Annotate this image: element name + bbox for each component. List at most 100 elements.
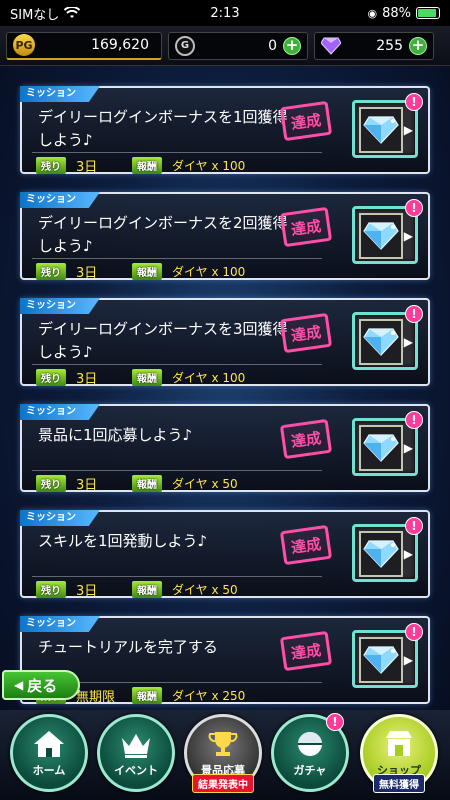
mission-description: スキルを1回発動しよう♪ — [38, 532, 208, 550]
divider — [32, 364, 322, 365]
remaining-value: 無期限 — [76, 690, 116, 705]
claim-reward-button[interactable]: ▶ ! — [352, 305, 423, 370]
reward-notification-badge: ! — [405, 199, 423, 217]
diamond-icon — [363, 116, 399, 144]
remaining-value: 3日 — [76, 266, 98, 281]
claim-reward-button[interactable]: ▶ ! — [352, 411, 423, 476]
remaining-label: 残り — [36, 263, 66, 280]
nav-gacha-label: ガチャ — [293, 764, 327, 777]
pg-value: 169,620 — [91, 37, 149, 53]
remaining-value: 3日 — [76, 584, 98, 599]
reward-notification-badge: ! — [405, 411, 423, 429]
divider — [32, 576, 322, 577]
bottom-nav: ホーム イベント 景品応募 結果発表中 ガチャ ! ショップ 無料獲得 — [0, 710, 450, 800]
mission-card: ミッション チュートリアルを完了する 達成 残り 無期限 報酬 ダイヤ x 25… — [20, 616, 430, 705]
mission-description: デイリーログインボーナスを2回獲得しよう♪ — [38, 214, 288, 255]
mission-description: デイリーログインボーナスを3回獲得しよう♪ — [38, 320, 288, 361]
nav-shop[interactable]: ショップ 無料獲得 — [360, 714, 438, 793]
chevron-right-icon: ▶ — [403, 441, 413, 455]
remaining-label: 残り — [36, 475, 66, 492]
mission-card: ミッション デイリーログインボーナスを1回獲得しよう♪ 達成 残り 3日 報酬 … — [20, 86, 430, 175]
reward-label: 報酬 — [132, 157, 162, 174]
reward-label: 報酬 — [132, 369, 162, 386]
mission-footer: 残り 3日 報酬 ダイヤ x 100 — [36, 262, 245, 281]
remaining-label: 残り — [36, 581, 66, 598]
remaining-value: 3日 — [76, 160, 98, 175]
remaining-label: 残り — [36, 369, 66, 386]
divider — [32, 470, 322, 471]
free-get-badge: 無料獲得 — [373, 774, 425, 793]
achieved-stamp: 達成 — [279, 100, 333, 142]
divider — [32, 258, 322, 259]
nav-gacha[interactable]: ガチャ ! — [271, 713, 349, 792]
reward-item-frame — [359, 637, 403, 683]
reward-notification-badge: ! — [405, 623, 423, 641]
mission-tag: ミッション — [20, 298, 100, 314]
achieved-stamp: 達成 — [279, 312, 333, 354]
chevron-right-icon: ▶ — [403, 229, 413, 243]
achieved-stamp: 達成 — [279, 206, 333, 248]
reward-item-frame — [359, 107, 403, 153]
reward-item-frame — [359, 531, 403, 577]
chevron-right-icon: ▶ — [403, 335, 413, 349]
clock: 2:13 — [210, 5, 240, 21]
mission-footer: 残り 3日 報酬 ダイヤ x 100 — [36, 368, 245, 387]
home-icon — [34, 731, 64, 757]
mission-card: ミッション スキルを1回発動しよう♪ 達成 残り 3日 報酬 ダイヤ x 50 … — [20, 510, 430, 599]
mission-tag: ミッション — [20, 510, 100, 526]
reward-label: 報酬 — [132, 263, 162, 280]
mission-tag: ミッション — [20, 616, 100, 632]
nav-home-label: ホーム — [32, 764, 66, 777]
crown-icon — [122, 734, 150, 758]
diamond-icon — [363, 646, 399, 674]
reward-item-frame — [359, 213, 403, 259]
diamond-value: 255 — [376, 37, 403, 54]
diamond-icon — [363, 434, 399, 462]
nav-prize[interactable]: 景品応募 結果発表中 — [184, 714, 262, 793]
mission-tag: ミッション — [20, 192, 100, 208]
mission-footer: 残り 3日 報酬 ダイヤ x 50 — [36, 580, 238, 599]
reward-value: ダイヤ x 50 — [172, 477, 238, 491]
achieved-stamp: 達成 — [279, 524, 333, 566]
wifi-icon — [64, 7, 81, 18]
back-arrow-icon: ◀ — [14, 678, 24, 692]
reward-value: ダイヤ x 100 — [172, 265, 246, 279]
claim-reward-button[interactable]: ▶ ! — [352, 199, 423, 264]
reward-item-frame — [359, 319, 403, 365]
battery-fill — [418, 9, 436, 17]
chevron-right-icon: ▶ — [403, 547, 413, 561]
trophy-icon — [208, 732, 238, 756]
back-button[interactable]: ◀ 戻る — [2, 670, 80, 700]
rotation-lock-icon: ◉ — [367, 6, 378, 20]
claim-reward-button[interactable]: ▶ ! — [352, 517, 423, 582]
reward-notification-badge: ! — [405, 93, 423, 111]
g-balance: G 0 + — [168, 31, 308, 60]
add-g-button[interactable]: + — [283, 36, 301, 55]
remaining-value: 3日 — [76, 478, 98, 493]
carrier-label: SIMなし — [10, 7, 60, 23]
nav-home[interactable]: ホーム — [10, 714, 88, 792]
reward-label: 報酬 — [132, 687, 162, 704]
chevron-right-icon: ▶ — [403, 653, 413, 667]
remaining-label: 残り — [36, 157, 66, 174]
mission-list[interactable]: ミッション デイリーログインボーナスを1回獲得しよう♪ 達成 残り 3日 報酬 … — [0, 70, 450, 710]
chevron-right-icon: ▶ — [403, 123, 413, 137]
reward-value: ダイヤ x 100 — [172, 159, 246, 173]
shop-icon — [386, 731, 412, 756]
divider — [32, 152, 322, 153]
pg-balance: PG 169,620 — [6, 31, 162, 60]
battery-icon — [416, 7, 440, 19]
nav-event[interactable]: イベント — [97, 714, 175, 792]
add-diamond-button[interactable]: + — [409, 36, 427, 55]
diamond-icon — [321, 37, 341, 55]
reward-value: ダイヤ x 50 — [172, 583, 238, 597]
diamond-icon — [363, 222, 399, 250]
reward-notification-badge: ! — [405, 517, 423, 535]
reward-notification-badge: ! — [405, 305, 423, 323]
claim-reward-button[interactable]: ▶ ! — [352, 93, 423, 158]
mission-card: ミッション 景品に1回応募しよう♪ 達成 残り 3日 報酬 ダイヤ x 50 ▶… — [20, 404, 430, 493]
back-label: 戻る — [27, 676, 58, 695]
mission-footer: 残り 3日 報酬 ダイヤ x 100 — [36, 156, 245, 175]
claim-reward-button[interactable]: ▶ ! — [352, 623, 423, 688]
battery-percent: 88% — [382, 5, 411, 21]
